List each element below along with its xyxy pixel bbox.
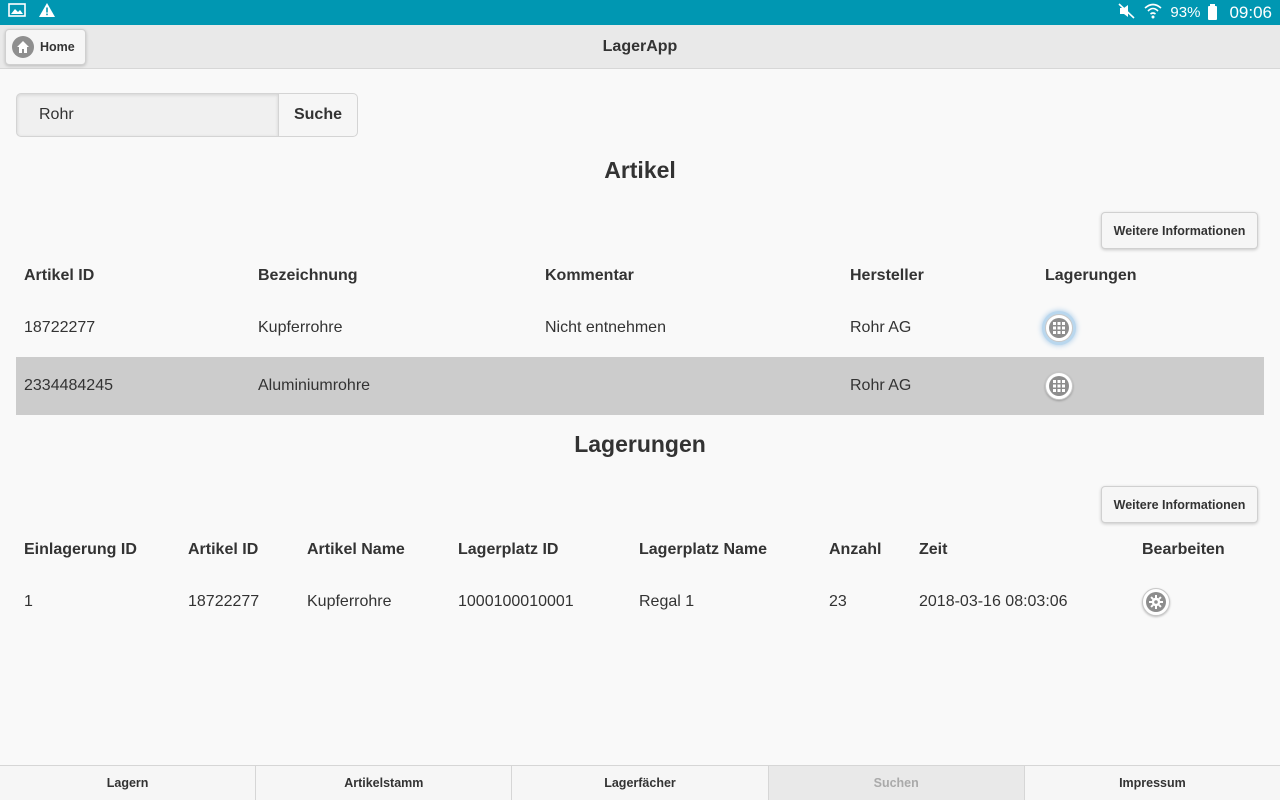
zeit: 2018-03-16 08:03:06 [919,593,1068,610]
lagerplatz-id: 1000100010001 [458,593,574,610]
storage-info-button[interactable]: Weitere Informationen [1101,486,1258,523]
edit-button[interactable] [1142,588,1170,616]
page-title: LagerApp [602,38,678,55]
app-header: LagerApp Home [0,25,1280,69]
artikel-id: 18722277 [188,593,260,610]
battery-text: 93% [1170,4,1201,21]
bottom-nav: Lagern Artikelstamm Lagerfächer Suchen I… [0,765,1280,800]
battery-icon [1208,3,1218,20]
search-button[interactable]: Suche [279,93,358,137]
artikel-name: Kupferrohre [307,593,392,610]
lagerplatz-name: Regal 1 [639,593,695,610]
table-header-row: Einlagerung ID Artikel ID Artikel Name L… [16,527,1264,573]
article-comment: Nicht entnehmen [545,319,666,336]
tab-impressum[interactable]: Impressum [1025,766,1280,800]
anzahl: 23 [829,593,847,610]
einlagerung-id: 1 [24,593,33,610]
article-maker: Rohr AG [850,319,912,336]
article-name: Kupferrohre [258,319,343,336]
column-header: Bearbeiten [1142,541,1225,558]
table-row[interactable]: 18722277 Kupferrohre Nicht entnehmen Roh… [16,299,1264,357]
articles-info-button[interactable]: Weitere Informationen [1101,212,1258,249]
tab-suchen[interactable]: Suchen [768,766,1025,800]
clock: 09:06 [1229,2,1272,22]
home-icon [12,36,34,58]
column-header: Lagerplatz ID [458,541,559,558]
status-bar: 93% 09:06 [0,0,1280,25]
articles-title: Artikel [604,157,676,183]
wifi-icon [1144,3,1162,23]
column-header: Hersteller [850,267,924,284]
column-header: Zeit [919,541,948,558]
storage-grid-button[interactable] [1045,314,1073,342]
tab-lagerfaecher[interactable]: Lagerfächer [512,766,769,800]
column-header: Lagerplatz Name [639,541,768,558]
articles-table: Artikel ID Bezeichnung Kommentar Herstel… [16,253,1264,415]
search-bar: Suche [16,93,358,137]
column-header: Artikel ID [188,541,259,558]
article-id: 2334484245 [24,377,113,394]
tab-lagern[interactable]: Lagern [0,766,257,800]
article-name: Aluminiumrohre [258,377,371,394]
column-header: Artikel ID [24,267,95,284]
column-header: Kommentar [545,267,634,284]
column-header: Einlagerung ID [24,541,137,558]
article-id: 18722277 [24,319,96,336]
storage-table: Einlagerung ID Artikel ID Artikel Name L… [16,527,1264,631]
column-header: Artikel Name [307,541,405,558]
column-header: Lagerungen [1045,267,1137,284]
image-icon [8,3,26,22]
table-row[interactable]: 2334484245 Aluminiumrohre Rohr AG [16,357,1264,415]
tab-artikelstamm[interactable]: Artikelstamm [256,766,513,800]
table-header-row: Artikel ID Bezeichnung Kommentar Herstel… [16,253,1264,299]
grid-icon [1049,318,1069,338]
grid-icon [1049,376,1069,396]
home-button-label: Home [40,40,75,54]
article-maker: Rohr AG [850,377,912,394]
search-input[interactable] [16,93,279,137]
mute-icon [1118,2,1136,23]
column-header: Bezeichnung [258,267,358,284]
home-button[interactable]: Home [5,29,86,65]
gear-icon [1146,592,1166,612]
storage-title: Lagerungen [574,431,706,457]
warning-icon [38,2,56,23]
column-header: Anzahl [829,541,882,558]
storage-grid-button[interactable] [1045,372,1073,400]
table-row[interactable]: 1 18722277 Kupferrohre 1000100010001 Reg… [16,573,1264,631]
